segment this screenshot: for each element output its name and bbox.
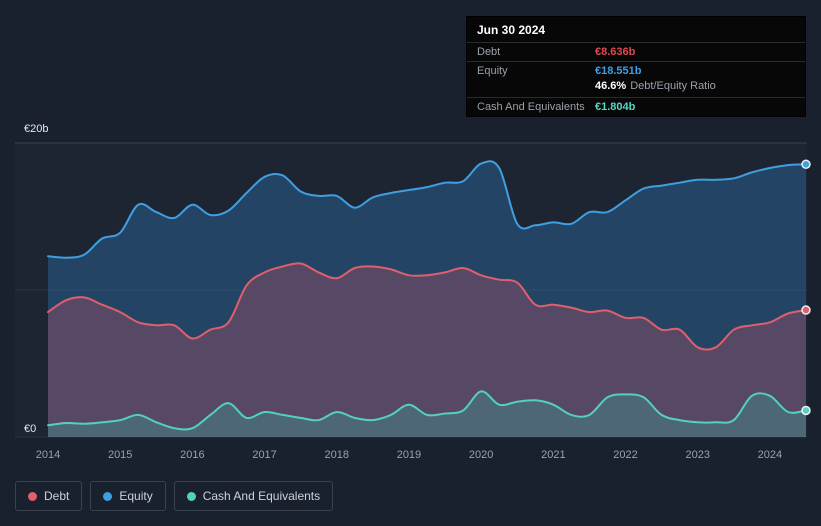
x-tick-label-2017: 2017 bbox=[252, 449, 277, 461]
x-tick-label-2020: 2020 bbox=[468, 449, 494, 461]
debt-endpoint-marker bbox=[801, 305, 811, 315]
cash-and-equivalents-endpoint-marker bbox=[801, 405, 811, 416]
cash-and-equivalents-legend-dot-icon bbox=[186, 491, 196, 501]
debt-equity-history-chart: €20b €0 2014 2015 2016 2017 2018 2019 2020 2021… bbox=[0, 0, 821, 526]
tooltip-cash-row: Cash And Equivalents €1.804b bbox=[467, 98, 805, 116]
tooltip-ratio-label: Debt/Equity Ratio bbox=[630, 80, 716, 92]
legend-item-label: Debt bbox=[44, 489, 70, 503]
debt-legend-dot-icon bbox=[28, 491, 37, 501]
legend-item-cash-and-equivalents[interactable]: Cash And Equivalents bbox=[173, 481, 334, 511]
legend-item-debt[interactable]: Debt bbox=[15, 481, 83, 511]
tooltip-equity-label: Equity bbox=[477, 65, 508, 77]
tooltip-debt-label: Debt bbox=[477, 46, 501, 58]
tooltip-ratio-row: 46.6% Debt/Equity Ratio bbox=[467, 80, 805, 98]
tooltip-cash-label: Cash And Equivalents bbox=[477, 101, 585, 113]
chart-legend: Debt Equity Cash And Equivalents bbox=[15, 481, 334, 511]
x-tick-label-2023: 2023 bbox=[685, 449, 710, 461]
legend-item-label: Cash And Equivalents bbox=[202, 489, 321, 503]
x-tick-label-2019: 2019 bbox=[396, 449, 422, 461]
x-tick-label-2021: 2021 bbox=[541, 449, 566, 461]
x-tick-label-2024: 2024 bbox=[757, 449, 783, 461]
tooltip-equity-value: €18.551b bbox=[595, 65, 642, 77]
tooltip-equity-row: Equity €18.551b bbox=[467, 62, 805, 80]
x-tick-label-2018: 2018 bbox=[324, 449, 349, 461]
tooltip-ratio: 46.6% Debt/Equity Ratio bbox=[595, 80, 795, 92]
x-tick-label-2022: 2022 bbox=[613, 449, 638, 461]
equity-endpoint-marker bbox=[801, 159, 811, 170]
chart-tooltip: Jun 30 2024 Debt €8.636b Equity €18.551b… bbox=[466, 16, 806, 117]
tooltip-debt-value: €8.636b bbox=[595, 46, 636, 58]
y-axis-label-20b: €20b bbox=[24, 123, 49, 135]
x-tick-label-2016: 2016 bbox=[180, 449, 205, 461]
x-tick-label-2015: 2015 bbox=[107, 449, 133, 461]
x-tick-label-2014: 2014 bbox=[35, 449, 61, 461]
tooltip-debt-row: Debt €8.636b bbox=[467, 43, 805, 62]
y-axis-label-0: €0 bbox=[24, 423, 37, 435]
equity-legend-dot-icon bbox=[103, 491, 113, 501]
x-axis: 2014 2015 2016 2017 2018 2019 2020 2021 2022 2023… bbox=[0, 449, 821, 463]
legend-item-label: Equity bbox=[119, 489, 153, 503]
tooltip-ratio-value: 46.6% bbox=[595, 80, 627, 92]
legend-item-equity[interactable]: Equity bbox=[90, 481, 166, 511]
tooltip-date: Jun 30 2024 bbox=[467, 17, 805, 43]
tooltip-cash-value: €1.804b bbox=[595, 101, 636, 113]
